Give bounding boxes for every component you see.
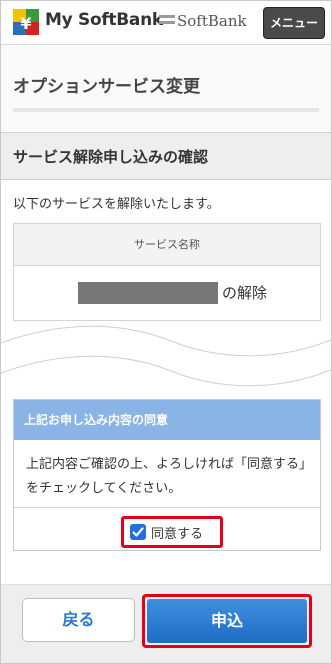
- menu-button[interactable]: メニュー: [263, 7, 325, 39]
- agree-checkbox-area[interactable]: 同意する: [121, 516, 223, 548]
- brand-name: My SoftBank: [45, 10, 163, 30]
- page-title-area: オプションサービス変更: [1, 45, 331, 131]
- softbank-logo-icon: [159, 15, 175, 27]
- checkmark-icon: [132, 527, 144, 537]
- app-frame: ¥ My SoftBank SoftBank メニュー オプションサービス変更 …: [0, 0, 332, 664]
- footer-actions: 戻る 申込: [1, 584, 331, 663]
- title-divider: [13, 108, 319, 112]
- intro-text: 以下のサービスを解除いたします。: [13, 197, 220, 212]
- consent-heading: 上記お申し込み内容の同意: [14, 400, 320, 440]
- service-table: サービス名称 の解除: [13, 223, 321, 321]
- consent-box: 上記お申し込み内容の同意 上記内容ご確認の上、よろしければ「同意する」をチェック…: [13, 399, 321, 551]
- submit-button-highlight: 申込: [142, 594, 312, 648]
- header: ¥ My SoftBank SoftBank メニュー: [1, 1, 331, 45]
- service-cancel-suffix: の解除: [222, 284, 268, 302]
- consent-text: 上記内容ご確認の上、よろしければ「同意する」をチェックしてください。: [26, 457, 306, 496]
- mysoftbank-logo-icon: ¥: [13, 9, 39, 35]
- agree-checkbox[interactable]: [130, 524, 146, 540]
- consent-divider: [14, 507, 320, 508]
- section-header: サービス解除申し込みの確認: [1, 132, 331, 180]
- service-row: の解除: [14, 266, 320, 320]
- back-button[interactable]: 戻る: [22, 598, 135, 642]
- section-title: サービス解除申し込みの確認: [13, 148, 209, 166]
- content-cut-separator: [1, 325, 331, 387]
- softbank-logo-text: SoftBank: [177, 12, 247, 30]
- submit-button[interactable]: 申込: [147, 599, 307, 643]
- svg-text:¥: ¥: [20, 14, 31, 33]
- page-title: オプションサービス変更: [13, 77, 200, 97]
- service-table-header: サービス名称: [14, 224, 320, 266]
- redacted-service-name: [78, 282, 218, 304]
- agree-label[interactable]: 同意する: [151, 523, 203, 542]
